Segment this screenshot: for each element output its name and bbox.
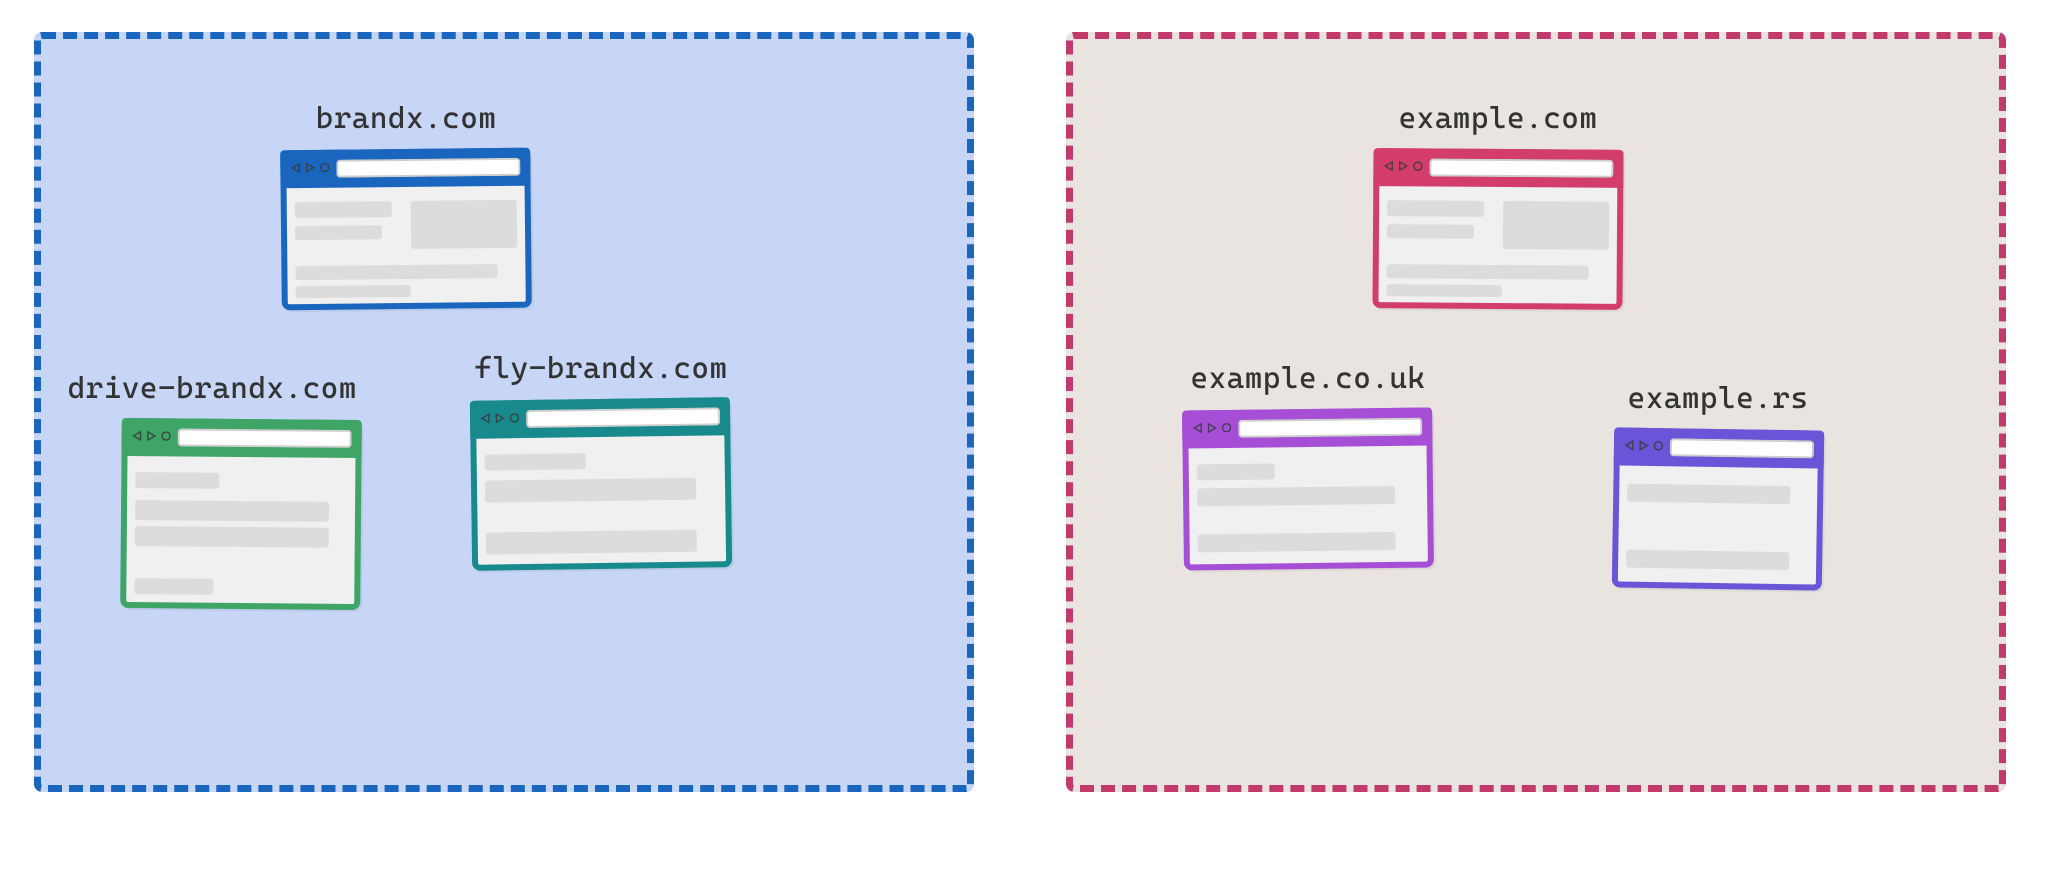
url-bar-icon: [1669, 438, 1814, 458]
nav-controls-icon: ◁ ▷ ○: [1192, 420, 1232, 438]
reload-icon: ○: [509, 410, 520, 428]
url-bar-icon: [1429, 159, 1613, 178]
site-example-com: example.com ◁ ▷ ○: [1373, 149, 1623, 309]
nav-controls-icon: ◁ ▷ ○: [1624, 438, 1664, 457]
forward-icon: ▷: [146, 428, 157, 446]
forward-icon: ▷: [1207, 420, 1218, 438]
nav-controls-icon: ◁ ▷ ○: [1383, 158, 1423, 176]
site-fly-brandx: fly-brandx.com ◁ ▷ ○: [471, 399, 731, 569]
forward-icon: ▷: [305, 160, 316, 178]
reload-icon: ○: [1412, 158, 1423, 176]
site-label: example.co.uk: [1190, 361, 1425, 396]
reload-icon: ○: [319, 160, 330, 178]
back-icon: ◁: [290, 160, 301, 178]
site-label: example.rs: [1628, 381, 1809, 416]
diagram-stage: brandx.com ◁ ▷ ○ drive-brandx.com: [0, 0, 2048, 891]
nav-controls-icon: ◁ ▷ ○: [132, 428, 172, 446]
back-icon: ◁: [480, 411, 491, 429]
url-bar-icon: [526, 407, 721, 428]
first-party-set-panel-right: example.com ◁ ▷ ○ example.co.uk: [1066, 32, 2006, 792]
first-party-set-panel-left: brandx.com ◁ ▷ ○ drive-brandx.com: [34, 32, 974, 792]
reload-icon: ○: [1221, 420, 1232, 438]
site-example-rs: example.rs ◁ ▷ ○: [1613, 429, 1823, 589]
site-label: drive-brandx.com: [68, 371, 357, 406]
browser-window-icon: ◁ ▷ ○: [1372, 148, 1623, 310]
browser-window-icon: ◁ ▷ ○: [120, 418, 362, 610]
reload-icon: ○: [1653, 438, 1664, 456]
url-bar-icon: [177, 428, 352, 448]
nav-controls-icon: ◁ ▷ ○: [480, 410, 520, 429]
browser-window-icon: ◁ ▷ ○: [1182, 407, 1434, 570]
site-label: fly-brandx.com: [474, 351, 727, 386]
browser-window-icon: ◁ ▷ ○: [1612, 427, 1824, 590]
nav-controls-icon: ◁ ▷ ○: [290, 160, 330, 178]
site-brandx: brandx.com ◁ ▷ ○: [281, 149, 531, 309]
back-icon: ◁: [132, 428, 143, 446]
browser-window-icon: ◁ ▷ ○: [470, 397, 732, 571]
url-bar-icon: [336, 158, 521, 178]
back-icon: ◁: [1624, 438, 1635, 456]
site-example-co-uk: example.co.uk ◁ ▷ ○: [1183, 409, 1433, 569]
forward-icon: ▷: [1398, 158, 1409, 176]
site-label: example.com: [1399, 101, 1598, 136]
forward-icon: ▷: [1638, 438, 1649, 456]
site-label: brandx.com: [316, 101, 497, 136]
url-bar-icon: [1238, 418, 1423, 438]
reload-icon: ○: [161, 428, 172, 446]
site-drive-brandx: drive-brandx.com ◁ ▷ ○: [121, 419, 361, 609]
back-icon: ◁: [1383, 158, 1394, 176]
back-icon: ◁: [1192, 420, 1203, 438]
browser-window-icon: ◁ ▷ ○: [280, 148, 532, 311]
forward-icon: ▷: [495, 410, 506, 428]
